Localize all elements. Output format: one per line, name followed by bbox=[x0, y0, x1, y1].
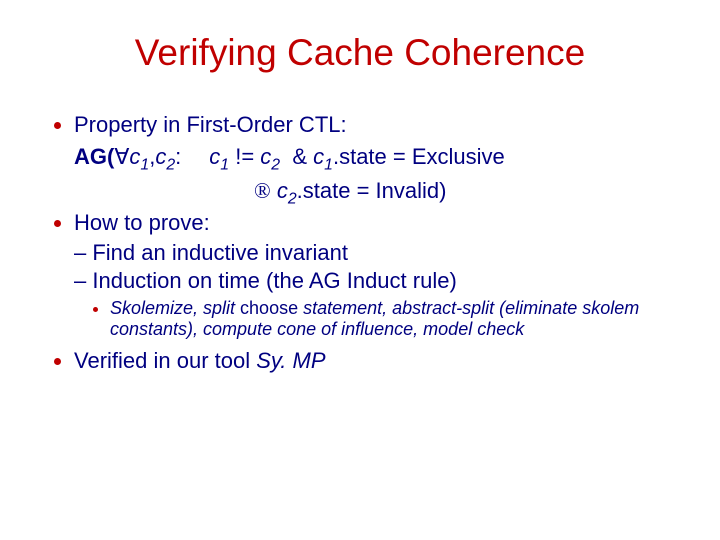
bullet-verified: Verified in our tool Sy. MP bbox=[74, 348, 680, 374]
sub-bullet-induction: Induction on time (the AG Induct rule) bbox=[74, 268, 680, 294]
var-c2: c bbox=[155, 144, 166, 169]
ag-op: AG( bbox=[74, 144, 114, 169]
formula-line-2: ® c2.state = Invalid) bbox=[254, 176, 680, 210]
sub-2c: 2 bbox=[288, 190, 297, 207]
var-c2c: c bbox=[277, 178, 288, 203]
ne-op: != bbox=[235, 144, 254, 169]
var-c1: c bbox=[129, 144, 140, 169]
steps-pre: Skolemize, split bbox=[110, 298, 240, 318]
sub-2a: 2 bbox=[166, 156, 175, 173]
var-c1c: c bbox=[313, 144, 324, 169]
sub-1c: 1 bbox=[324, 156, 333, 173]
choose-keyword: choose bbox=[240, 298, 298, 318]
bullet-property: Property in First-Order CTL: bbox=[74, 112, 680, 138]
amp-op: & bbox=[292, 144, 307, 169]
state-invalid: .state = Invalid) bbox=[297, 178, 447, 203]
slide-title: Verifying Cache Coherence bbox=[40, 32, 680, 74]
bullet-list-2: How to prove: bbox=[40, 210, 680, 236]
var-c1b: c bbox=[209, 144, 220, 169]
sub-bullet-invariant: Find an inductive invariant bbox=[74, 240, 680, 266]
forall-symbol: ∀ bbox=[114, 144, 129, 169]
slide: Verifying Cache Coherence Property in Fi… bbox=[0, 0, 720, 540]
state-exclusive: .state = Exclusive bbox=[333, 144, 505, 169]
sub-1b: 1 bbox=[220, 156, 229, 173]
formula-line-1: AG(∀c1,c2:c1 != c2 & c1.state = Exclusiv… bbox=[74, 142, 680, 176]
bullet-howto: How to prove: bbox=[74, 210, 680, 236]
sub-1a: 1 bbox=[140, 156, 149, 173]
implies-symbol: ® bbox=[254, 178, 271, 203]
sub-bullet-list: Find an inductive invariant Induction on… bbox=[40, 240, 680, 294]
tool-name: Sy. MP bbox=[256, 348, 325, 373]
induction-post: rule) bbox=[407, 268, 457, 293]
colon: : bbox=[175, 144, 181, 169]
var-c2b: c bbox=[260, 144, 271, 169]
verified-pre: Verified in our tool bbox=[74, 348, 256, 373]
ag-induct-rule: AG Induct bbox=[309, 268, 407, 293]
sub-2b: 2 bbox=[271, 156, 280, 173]
sub-sub-bullet-list: Skolemize, split choose statement, abstr… bbox=[40, 298, 680, 340]
bullet-list-3: Verified in our tool Sy. MP bbox=[40, 348, 680, 374]
sub-sub-bullet-steps: Skolemize, split choose statement, abstr… bbox=[110, 298, 680, 340]
induction-pre: Induction on time (the bbox=[92, 268, 308, 293]
bullet-list: Property in First-Order CTL: bbox=[40, 112, 680, 138]
